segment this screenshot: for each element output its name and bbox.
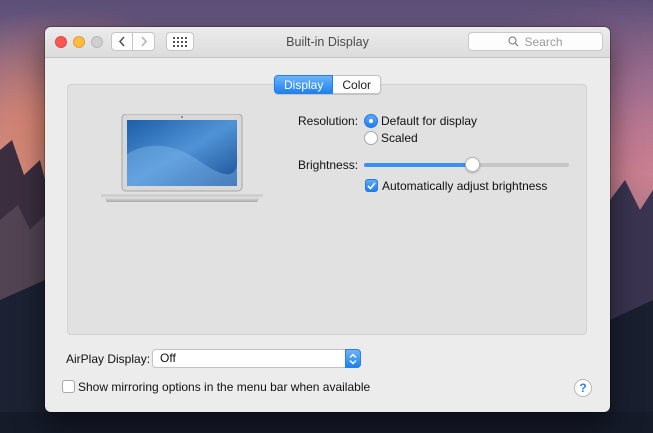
radio-label-scaled[interactable]: Scaled: [381, 131, 418, 145]
title-bar[interactable]: Built-in Display Search: [45, 27, 610, 58]
radio-default-for-display[interactable]: [364, 114, 378, 128]
tab-bar: Display Color: [274, 75, 382, 94]
airplay-display-label: AirPlay Display:: [66, 352, 151, 366]
search-placeholder: Search: [524, 34, 563, 49]
airplay-display-value: Off: [160, 351, 176, 365]
airplay-display-select[interactable]: Off: [152, 349, 361, 368]
auto-brightness-label[interactable]: Automatically adjust brightness: [382, 179, 547, 193]
brightness-label: Brightness:: [298, 158, 359, 172]
resolution-label: Resolution:: [298, 114, 359, 128]
tab-display[interactable]: Display: [274, 75, 334, 94]
help-button[interactable]: ?: [574, 379, 592, 397]
radio-label-default-for-display[interactable]: Default for display: [381, 114, 477, 128]
auto-brightness-checkbox[interactable]: [365, 179, 378, 192]
mirroring-options-label[interactable]: Show mirroring options in the menu bar w…: [78, 380, 370, 394]
tab-color[interactable]: Color: [333, 75, 382, 94]
search-icon: [508, 36, 519, 47]
system-preferences-window: Built-in Display Search Display Color Re…: [45, 27, 610, 412]
laptop-display-image: [101, 114, 263, 202]
search-field[interactable]: Search: [468, 32, 603, 51]
brightness-slider-fill: [364, 163, 473, 167]
mirroring-options-checkbox[interactable]: [62, 380, 75, 393]
updown-chevron-icon: [345, 349, 361, 368]
radio-scaled[interactable]: [364, 131, 378, 145]
checkmark-icon: [367, 181, 376, 190]
